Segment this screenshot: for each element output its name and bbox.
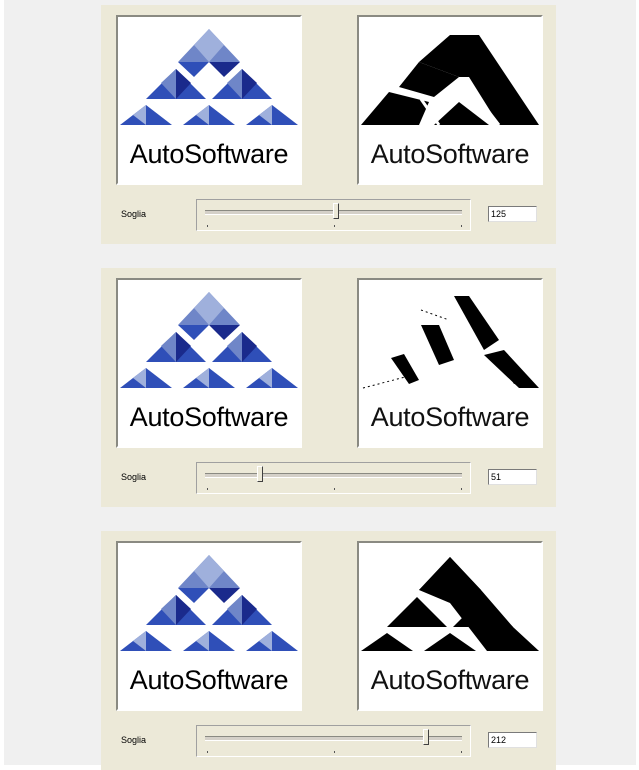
threshold-label: Soglia xyxy=(121,472,147,482)
binary-image-view: AutoSoftware xyxy=(357,15,543,185)
slider-thumb[interactable] xyxy=(257,466,263,482)
threshold-slider[interactable] xyxy=(196,725,471,757)
threshold-label: Soglia xyxy=(121,209,147,219)
binary-logo-text: AutoSoftware xyxy=(370,665,530,695)
original-image-view: AutoSoftware xyxy=(116,541,302,711)
slider-tick xyxy=(207,488,208,490)
threshold-panel-2: AutoSoftware AutoSoftware Soglia 51 xyxy=(101,268,556,507)
slider-tick xyxy=(334,751,335,753)
slider-tick xyxy=(334,488,335,490)
original-image-view: AutoSoftware xyxy=(116,278,302,448)
slider-tick xyxy=(461,488,462,490)
threshold-value-field[interactable]: 125 xyxy=(488,206,537,222)
original-image-view: AutoSoftware xyxy=(116,15,302,185)
slider-thumb[interactable] xyxy=(333,203,339,219)
slider-tick xyxy=(207,225,208,227)
slider-track xyxy=(205,473,462,478)
threshold-value-field[interactable]: 51 xyxy=(488,469,537,485)
threshold-label: Soglia xyxy=(121,735,147,745)
threshold-panel-3: AutoSoftware AutoSoftware Soglia 212 xyxy=(101,531,556,770)
original-logo-text: AutoSoftware xyxy=(129,139,289,169)
binary-image-view: AutoSoftware xyxy=(357,278,543,448)
binary-logo-icon xyxy=(361,557,539,651)
binary-logo-icon xyxy=(362,296,539,389)
binary-logo-text: AutoSoftware xyxy=(370,402,530,432)
threshold-value-field[interactable]: 212 xyxy=(488,732,537,748)
color-logo-icon xyxy=(120,29,298,125)
threshold-panel-1: AutoSoftware AutoSoftware Soglia 125 xyxy=(101,5,556,244)
binary-logo-text: AutoSoftware xyxy=(370,139,530,169)
binary-logo-icon xyxy=(361,35,539,126)
threshold-slider[interactable] xyxy=(196,199,471,231)
slider-tick xyxy=(461,751,462,753)
threshold-slider[interactable] xyxy=(196,462,471,494)
color-logo-icon xyxy=(120,292,298,388)
binary-image-view: AutoSoftware xyxy=(357,541,543,711)
color-logo-icon xyxy=(120,555,298,651)
original-logo-text: AutoSoftware xyxy=(129,665,289,695)
slider-thumb[interactable] xyxy=(423,729,429,745)
slider-tick xyxy=(461,225,462,227)
slider-tick xyxy=(207,751,208,753)
slider-tick xyxy=(334,225,335,227)
original-logo-text: AutoSoftware xyxy=(129,402,289,432)
